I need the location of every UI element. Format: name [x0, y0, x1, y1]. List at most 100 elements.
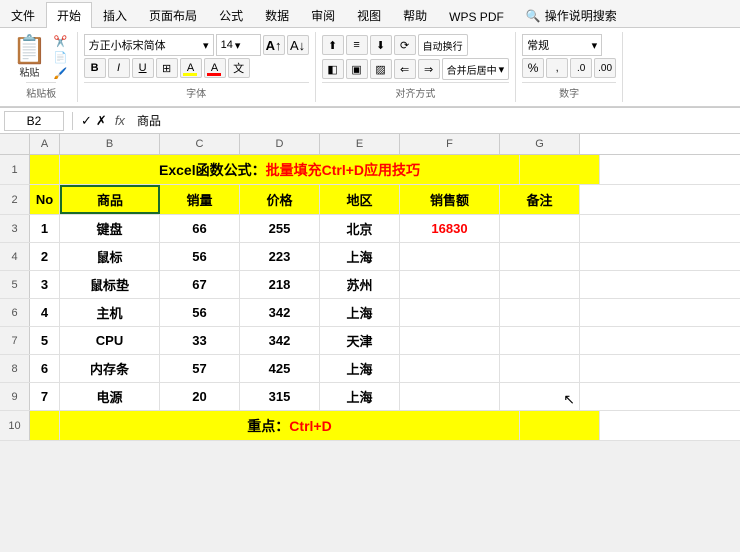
cell-d5[interactable]: 218 [240, 271, 320, 298]
cell-d8[interactable]: 425 [240, 355, 320, 382]
cell-b9[interactable]: 电源 [60, 383, 160, 410]
cell-b6[interactable]: 主机 [60, 299, 160, 326]
cell-b1[interactable]: Excel函数公式：批量填充Ctrl+D应用技巧 [60, 155, 520, 184]
cell-b10[interactable]: 重点：Ctrl+D [60, 411, 520, 440]
cell-c8[interactable]: 57 [160, 355, 240, 382]
cell-b8[interactable]: 内存条 [60, 355, 160, 382]
cell-a1[interactable] [30, 155, 60, 184]
cell-e2[interactable]: 地区 [320, 185, 400, 214]
cell-e9[interactable]: 上海 [320, 383, 400, 410]
cell-e7[interactable]: 天津 [320, 327, 400, 354]
cell-d9[interactable]: 315 [240, 383, 320, 410]
col-header-g[interactable]: G [500, 134, 580, 154]
percent-button[interactable]: % [522, 58, 544, 78]
tab-start[interactable]: 开始 [46, 2, 92, 28]
fill-color-button[interactable]: A [180, 58, 202, 78]
tab-help[interactable]: 帮助 [392, 2, 438, 28]
font-size-decrease-button[interactable]: A↓ [287, 35, 309, 55]
border-button[interactable]: ⊞ [156, 58, 178, 78]
tab-wps-pdf[interactable]: WPS PDF [438, 5, 515, 28]
cut-button[interactable]: ✂️ [51, 34, 71, 49]
tab-data[interactable]: 数据 [254, 2, 300, 28]
tab-formula[interactable]: 公式 [208, 2, 254, 28]
cell-f8[interactable] [400, 355, 500, 382]
tab-insert[interactable]: 插入 [92, 2, 138, 28]
tab-file[interactable]: 文件 [0, 2, 46, 28]
wrap-text-button[interactable]: 自动换行 [418, 34, 468, 56]
tab-page-layout[interactable]: 页面布局 [138, 2, 208, 28]
cell-a3[interactable]: 1 [30, 215, 60, 242]
col-header-d[interactable]: D [240, 134, 320, 154]
underline-button[interactable]: U [132, 58, 154, 78]
cell-reference-input[interactable] [4, 111, 64, 131]
paste-button[interactable]: 📋 [12, 36, 47, 64]
cell-a6[interactable]: 4 [30, 299, 60, 326]
col-header-a[interactable]: A [30, 134, 60, 154]
cell-g4[interactable] [500, 243, 580, 270]
cell-e3[interactable]: 北京 [320, 215, 400, 242]
cell-d4[interactable]: 223 [240, 243, 320, 270]
increase-indent-button[interactable]: ⇒ [418, 59, 440, 79]
formula-input[interactable] [133, 114, 736, 128]
col-header-f[interactable]: F [400, 134, 500, 154]
cell-b4[interactable]: 鼠标 [60, 243, 160, 270]
cell-b7[interactable]: CPU [60, 327, 160, 354]
cell-b3[interactable]: 键盘 [60, 215, 160, 242]
text-angle-button[interactable]: ⟳ [394, 35, 416, 55]
cell-f3[interactable]: 16830 [400, 215, 500, 242]
special-char-button[interactable]: 文 [228, 58, 250, 78]
cell-a2[interactable]: No [30, 185, 60, 214]
align-middle-button[interactable]: ≡ [346, 35, 368, 55]
cell-f4[interactable] [400, 243, 500, 270]
tab-review[interactable]: 审阅 [300, 2, 346, 28]
format-painter-button[interactable]: 🖌️ [51, 66, 71, 81]
cell-b5[interactable]: 鼠标垫 [60, 271, 160, 298]
cell-f5[interactable] [400, 271, 500, 298]
cell-c3[interactable]: 66 [160, 215, 240, 242]
cell-c6[interactable]: 56 [160, 299, 240, 326]
cell-c7[interactable]: 33 [160, 327, 240, 354]
decrease-indent-button[interactable]: ⇐ [394, 59, 416, 79]
bold-button[interactable]: B [84, 58, 106, 78]
increase-decimal-button[interactable]: .00 [594, 58, 616, 78]
cell-c4[interactable]: 56 [160, 243, 240, 270]
cell-e5[interactable]: 苏州 [320, 271, 400, 298]
cell-c2[interactable]: 销量 [160, 185, 240, 214]
cell-f6[interactable] [400, 299, 500, 326]
align-center-button[interactable]: ▣ [346, 59, 368, 79]
cell-f7[interactable] [400, 327, 500, 354]
cell-e8[interactable]: 上海 [320, 355, 400, 382]
col-header-e[interactable]: E [320, 134, 400, 154]
font-size-dropdown[interactable]: 14 ▾ [216, 34, 261, 56]
col-header-c[interactable]: C [160, 134, 240, 154]
number-format-dropdown[interactable]: 常规 ▾ [522, 34, 602, 56]
cell-d6[interactable]: 342 [240, 299, 320, 326]
cell-c5[interactable]: 67 [160, 271, 240, 298]
cell-g2[interactable]: 备注 [500, 185, 580, 214]
tab-view[interactable]: 视图 [346, 2, 392, 28]
cell-g9[interactable]: ↖ [500, 383, 580, 410]
tab-search[interactable]: 🔍 操作说明搜索 [515, 2, 628, 28]
cell-a5[interactable]: 3 [30, 271, 60, 298]
cell-d7[interactable]: 342 [240, 327, 320, 354]
cell-a9[interactable]: 7 [30, 383, 60, 410]
align-left-button[interactable]: ◧ [322, 59, 344, 79]
thousands-button[interactable]: , [546, 58, 568, 78]
cell-g7[interactable] [500, 327, 580, 354]
col-header-b[interactable]: B [60, 134, 160, 154]
italic-button[interactable]: I [108, 58, 130, 78]
checkmark-icon[interactable]: ✓ [81, 113, 92, 129]
cell-a7[interactable]: 5 [30, 327, 60, 354]
cell-e6[interactable]: 上海 [320, 299, 400, 326]
align-top-button[interactable]: ⬆ [322, 35, 344, 55]
cell-g8[interactable] [500, 355, 580, 382]
font-color-button[interactable]: A [204, 58, 226, 78]
cell-g1[interactable] [520, 155, 600, 184]
font-size-increase-button[interactable]: A↑ [263, 35, 285, 55]
copy-button[interactable]: 📄 [51, 50, 71, 65]
cell-d2[interactable]: 价格 [240, 185, 320, 214]
align-right-button[interactable]: ▨ [370, 59, 392, 79]
cell-f2[interactable]: 销售额 [400, 185, 500, 214]
cell-d3[interactable]: 255 [240, 215, 320, 242]
merge-center-button[interactable]: 合并后居中 ▾ [442, 58, 510, 80]
